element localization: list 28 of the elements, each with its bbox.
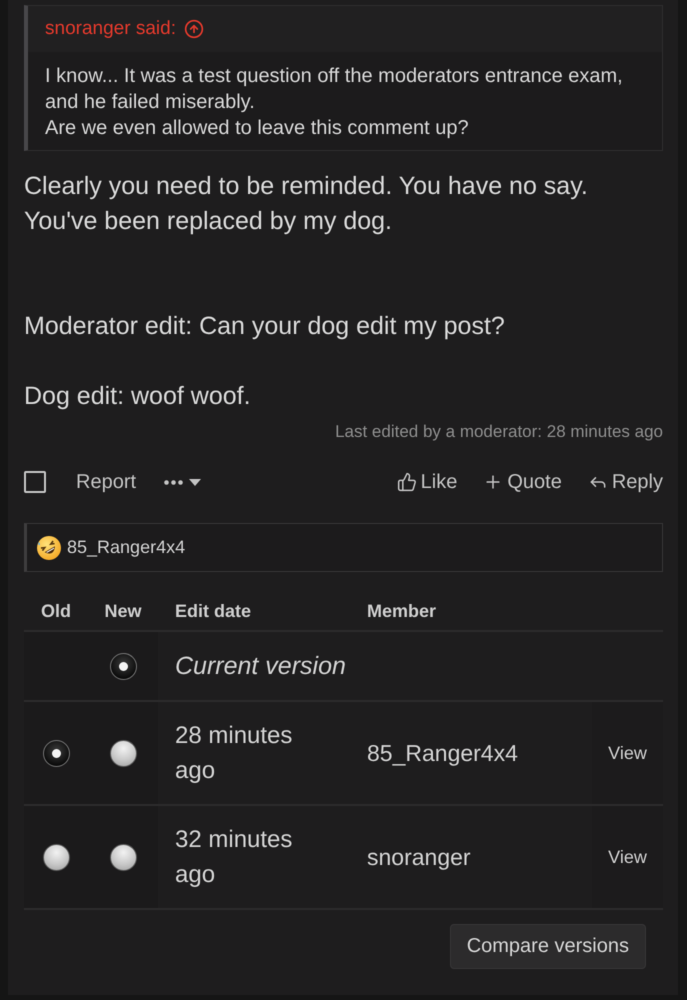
old-version-radio[interactable] bbox=[42, 740, 70, 766]
more-options-button[interactable] bbox=[164, 478, 202, 486]
reaction-user-link[interactable]: 85_Ranger4x4 bbox=[67, 537, 186, 558]
report-button[interactable]: Report bbox=[76, 470, 136, 494]
reply-button[interactable]: Reply bbox=[588, 470, 663, 494]
new-version-radio[interactable] bbox=[110, 740, 136, 766]
like-button[interactable]: Like bbox=[396, 470, 458, 494]
quote-author: snoranger said: bbox=[45, 18, 176, 40]
new-version-radio[interactable] bbox=[110, 844, 136, 870]
view-link[interactable]: View bbox=[608, 742, 647, 764]
laughing-emoji-icon bbox=[37, 536, 61, 560]
compare-versions-button[interactable]: Compare versions bbox=[450, 924, 646, 968]
ellipsis-icon bbox=[164, 480, 184, 484]
member-name: 85_Ranger4x4 bbox=[367, 738, 518, 768]
edit-date-text: 28 minutes ago bbox=[175, 721, 294, 786]
thumbs-up-icon bbox=[396, 472, 417, 492]
new-version-radio[interactable] bbox=[110, 652, 136, 680]
arrow-up-circle-icon[interactable] bbox=[184, 19, 204, 39]
quote-button[interactable]: Quote bbox=[483, 470, 562, 494]
message-text: Clearly you need to be reminded. You have no say. You've been replaced by my dog. Moderator edit: Can your dog edit my post? Dog edit: woof woof. bbox=[24, 171, 589, 412]
view-link[interactable]: View bbox=[608, 846, 647, 868]
member-name: snoranger bbox=[367, 842, 471, 872]
edit-note: Last edited by a moderator: 28 minutes ago bbox=[335, 422, 663, 442]
select-checkbox[interactable] bbox=[24, 471, 46, 493]
quote-text: I know... It was a test question off the moderators entrance exam, and he failed miserably. Are we even allowed to leave this comment up? bbox=[44, 64, 624, 141]
edit-date-text: 32 minutes ago bbox=[175, 825, 294, 890]
caret-icon bbox=[189, 478, 202, 486]
old-version-radio[interactable] bbox=[42, 844, 70, 870]
